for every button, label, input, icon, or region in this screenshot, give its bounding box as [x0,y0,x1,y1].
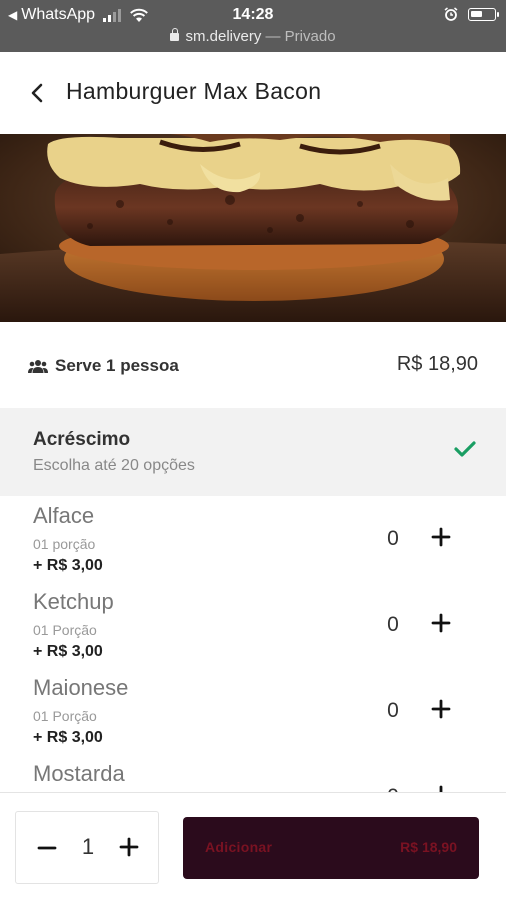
addon-name: Alface [33,503,95,528]
quantity-value: 1 [81,834,95,859]
addon-portion: 01 Porção [33,708,97,724]
section-subtitle: Escolha até 20 opções [33,457,195,474]
addon-qty: 0 [387,699,399,722]
plus-icon[interactable] [117,835,141,859]
addon-name: Ketchup [33,589,114,614]
plus-icon[interactable] [428,782,454,792]
group-icon [28,360,48,373]
status-bar: ◀ WhatsApp 14:28 sm.delivery — Privado [0,0,506,52]
addon-name: Maionese [33,675,129,700]
addon-portion: 01 Porção [33,622,97,638]
product-image [0,134,506,322]
addon-qty: 0 [387,527,399,550]
url-text: sm.delivery [185,28,262,45]
addons-section-header: Acréscimo Escolha até 20 opções [0,408,506,496]
addon-item-ketchup: Ketchup 01 Porção + R$ 3,00 0 [0,582,506,668]
addon-item-alface: Alface 01 porção + R$ 3,00 0 [0,496,506,582]
add-button-label: Adicionar [205,839,273,855]
product-info: Serve 1 pessoa R$ 18,90 [0,322,506,408]
alarm-icon [444,7,458,21]
url-bar[interactable]: sm.delivery — Privado [0,28,506,45]
back-button[interactable] [22,78,52,108]
addon-portion: 01 porção [33,536,96,552]
bottom-action-bar: 1 Adicionar R$ 18,90 [0,792,506,900]
check-icon [454,441,476,457]
section-title: Acréscimo [33,429,131,450]
chevron-left-icon [31,83,43,103]
addon-item-maionese: Maionese 01 Porção + R$ 3,00 0 [0,668,506,754]
addon-qty: 0 [387,613,399,636]
product-price: R$ 18,90 [396,353,478,375]
url-separator: — [265,28,281,45]
quantity-stepper: 1 [15,811,159,884]
addon-price: + R$ 3,00 [33,643,103,660]
lock-icon [170,28,180,41]
add-button-price: R$ 18,90 [400,839,457,855]
page-header: Hamburguer Max Bacon [0,52,506,134]
plus-icon[interactable] [428,696,454,722]
serves-info: Serve 1 pessoa [28,356,179,376]
addon-price: + R$ 3,00 [33,729,103,746]
addon-item-mostarda: Mostarda 0 [0,754,506,792]
page-title: Hamburguer Max Bacon [66,78,322,104]
plus-icon[interactable] [428,610,454,636]
addon-price: + R$ 3,00 [33,557,103,574]
addon-name: Mostarda [33,761,125,786]
addon-qty: 0 [385,785,401,792]
private-mode-label: Privado [284,28,336,45]
add-to-cart-button[interactable]: Adicionar R$ 18,90 [183,817,479,879]
serves-label: Serve 1 pessoa [55,356,179,375]
addons-list: Alface 01 porção + R$ 3,00 0 Ketchup 01 … [0,496,506,792]
status-time: 14:28 [232,6,274,23]
battery-icon [468,7,499,21]
minus-icon[interactable] [36,836,58,860]
plus-icon[interactable] [428,524,454,550]
